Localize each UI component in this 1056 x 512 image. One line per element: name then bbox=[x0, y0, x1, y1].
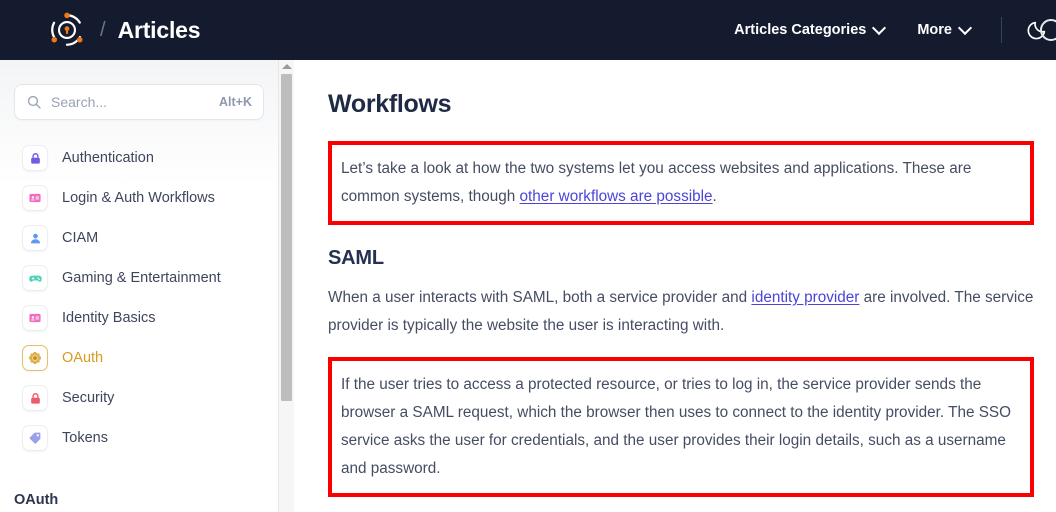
sidebar-nav-list: Authentication Login & Auth Workflows CI… bbox=[0, 138, 278, 458]
saml-paragraph: When a user interacts with SAML, both a … bbox=[328, 284, 1034, 340]
saml-text-before: When a user interacts with SAML, both a … bbox=[328, 289, 752, 306]
link-other-workflows-are-possible[interactable]: other workflows are possible bbox=[520, 188, 713, 205]
sidebar-item-security[interactable]: Security bbox=[8, 378, 270, 418]
intro-text-after: . bbox=[712, 188, 717, 205]
sidebar-item-tokens[interactable]: Tokens bbox=[8, 418, 270, 458]
intro-paragraph: Let’s take a look at how the two systems… bbox=[341, 155, 1020, 211]
brand[interactable]: / Articles bbox=[48, 11, 201, 49]
highlight-box-intro: Let’s take a look at how the two systems… bbox=[328, 141, 1034, 225]
sidebar: Search... Alt+K Authentication Login & A… bbox=[0, 60, 278, 512]
search-input[interactable]: Search... Alt+K bbox=[14, 84, 264, 120]
account-circle-icon[interactable] bbox=[1040, 19, 1056, 41]
gamepad-icon bbox=[22, 265, 48, 291]
header-nav: Articles Categories More bbox=[718, 0, 1056, 60]
top-header: / Articles Articles Categories More bbox=[0, 0, 1056, 60]
sidebar-item-label: Security bbox=[62, 390, 115, 406]
scrollbar-thumb[interactable] bbox=[281, 74, 292, 401]
nav-articles-categories[interactable]: Articles Categories bbox=[718, 0, 901, 60]
body-wrapper: Search... Alt+K Authentication Login & A… bbox=[0, 60, 1056, 512]
chevron-down-icon bbox=[874, 23, 885, 34]
tag-icon bbox=[22, 425, 48, 451]
sidebar-item-label: Identity Basics bbox=[62, 310, 156, 326]
sidebar-item-authentication[interactable]: Authentication bbox=[8, 138, 270, 178]
orbit-keyhole-logo-icon bbox=[51, 12, 83, 46]
lock-icon bbox=[22, 145, 48, 171]
sidebar-item-label: CIAM bbox=[62, 230, 99, 246]
highlight-box-saml-detail: If the user tries to access a protected … bbox=[328, 357, 1034, 497]
link-identity-provider[interactable]: identity provider bbox=[751, 289, 859, 306]
sidebar-item-oauth[interactable]: OAuth bbox=[8, 338, 270, 378]
sidebar-item-label: Authentication bbox=[62, 150, 154, 166]
search-icon bbox=[27, 95, 41, 109]
sidebar-item-gaming-entertainment[interactable]: Gaming & Entertainment bbox=[8, 258, 270, 298]
saml-detail-paragraph: If the user tries to access a protected … bbox=[341, 376, 1012, 477]
sidebar-section-heading: OAuth bbox=[14, 492, 59, 508]
id-card-icon bbox=[22, 305, 48, 331]
sidebar-item-label: Gaming & Entertainment bbox=[62, 270, 221, 286]
sidebar-item-ciam[interactable]: CIAM bbox=[8, 218, 270, 258]
sidebar-item-label: OAuth bbox=[62, 350, 104, 366]
sidebar-item-label: Tokens bbox=[62, 430, 108, 446]
content-heading-workflows: Workflows bbox=[328, 90, 452, 118]
content-heading-saml: SAML bbox=[328, 247, 384, 269]
nav-divider bbox=[1001, 17, 1002, 43]
sidebar-item-label: Login & Auth Workflows bbox=[62, 190, 215, 206]
brand-separator: / bbox=[100, 18, 106, 41]
sidebar-item-identity-basics[interactable]: Identity Basics bbox=[8, 298, 270, 338]
sidebar-item-login-auth-workflows[interactable]: Login & Auth Workflows bbox=[8, 178, 270, 218]
page-title: Articles bbox=[117, 16, 201, 43]
flower-icon bbox=[22, 345, 48, 371]
user-icon bbox=[22, 225, 48, 251]
content-scrollbar[interactable] bbox=[278, 60, 294, 512]
lock-icon bbox=[22, 385, 48, 411]
id-card-icon bbox=[22, 185, 48, 211]
main-content: Workflows Let’s take a look at how the t… bbox=[294, 60, 1056, 512]
search-shortcut-hint: Alt+K bbox=[219, 95, 252, 109]
nav-more[interactable]: More bbox=[901, 0, 987, 60]
caret-up-icon[interactable] bbox=[281, 64, 292, 69]
search-placeholder: Search... bbox=[51, 94, 108, 110]
chevron-down-icon bbox=[960, 23, 971, 34]
nav-articles-categories-label: Articles Categories bbox=[734, 22, 867, 38]
app-root: / Articles Articles Categories More Sear… bbox=[0, 0, 1056, 512]
nav-more-label: More bbox=[917, 22, 952, 38]
